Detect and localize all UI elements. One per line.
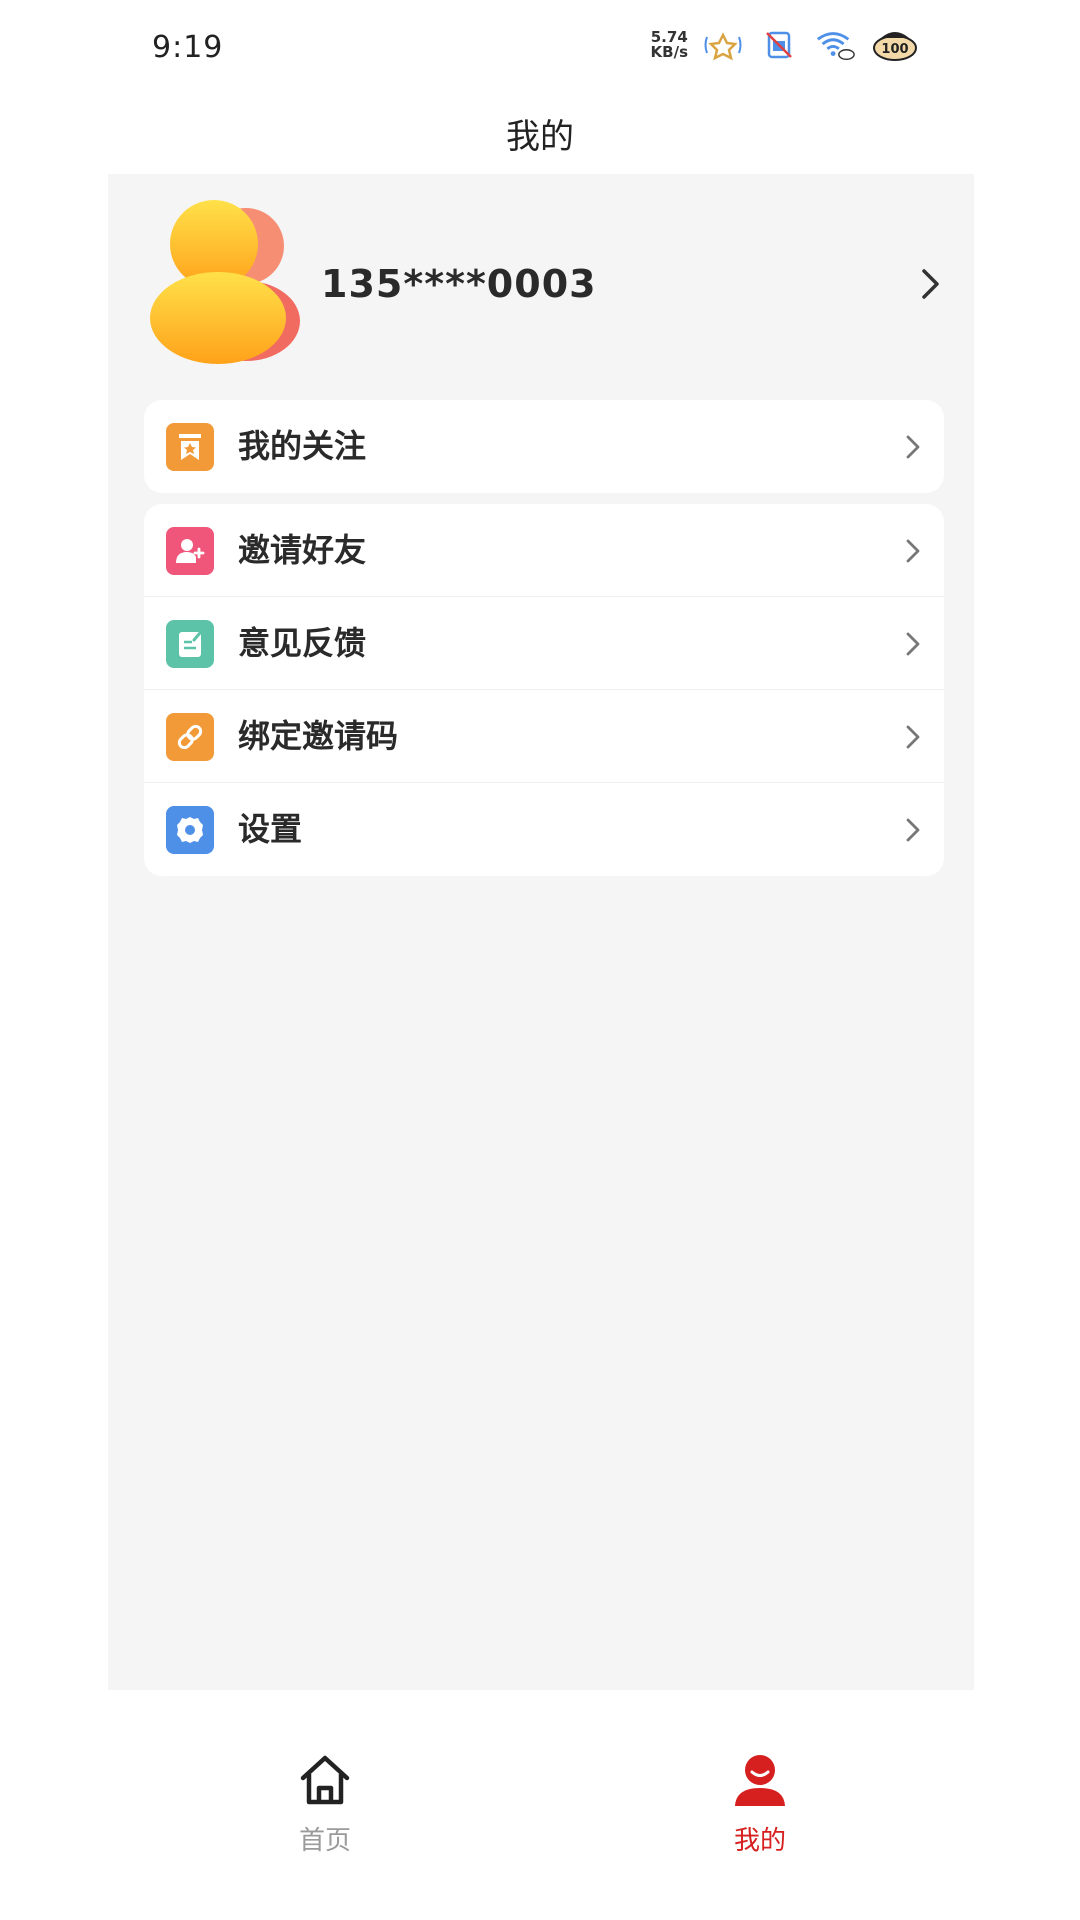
tab-mine-label: 我的 — [733, 1826, 786, 1856]
link-icon — [166, 713, 214, 761]
menu-item-invite-friends[interactable]: 邀请好友 — [144, 504, 944, 597]
chevron-right-icon — [904, 722, 922, 752]
bottom-tab-bar: 首页 我的 — [0, 1690, 1080, 1920]
page-title: 我的 — [506, 117, 574, 157]
feedback-icon — [166, 620, 214, 668]
menu-card-follow: 我的关注 — [144, 400, 944, 493]
menu-item-feedback[interactable]: 意见反馈 — [144, 597, 944, 690]
chevron-right-icon — [918, 266, 944, 302]
bookmark-icon — [166, 423, 214, 471]
wifi-icon — [814, 28, 856, 62]
chevron-right-icon — [904, 629, 922, 659]
chevron-right-icon — [904, 815, 922, 845]
sim-icon — [758, 28, 800, 62]
menu-item-label: 意见反馈 — [238, 624, 367, 662]
menu-item-label: 我的关注 — [238, 427, 367, 465]
network-speed-unit: KB/s — [650, 43, 688, 61]
avatar[interactable] — [148, 196, 308, 366]
menu-item-bind-invite-code[interactable]: 绑定邀请码 — [144, 690, 944, 783]
user-icon — [680, 1750, 840, 1810]
hotspot-icon — [702, 28, 744, 62]
menu-item-settings[interactable]: 设置 — [144, 783, 944, 876]
tab-home-label: 首页 — [298, 1826, 351, 1856]
status-bar: 9:19 5.74 KB/s 100 — [0, 0, 1080, 100]
tab-mine[interactable]: 我的 — [680, 1750, 840, 1870]
menu-card-main: 邀请好友 意见反馈 绑定邀请码 设置 — [144, 504, 944, 876]
main-content: 135****0003 我的关注 邀请好友 意见反馈 绑定邀请码 设置 — [108, 174, 974, 1690]
battery-level: 100 — [881, 42, 908, 57]
add-user-icon — [166, 527, 214, 575]
battery-icon: 100 — [870, 28, 920, 62]
status-time: 9:19 — [152, 30, 224, 65]
user-phone: 135****0003 — [321, 262, 597, 306]
home-icon — [245, 1750, 405, 1810]
profile-header[interactable]: 135****0003 — [108, 174, 974, 394]
status-icons: 5.74 KB/s 100 — [651, 28, 920, 62]
menu-item-label: 邀请好友 — [238, 531, 367, 569]
network-speed: 5.74 KB/s — [651, 30, 688, 60]
menu-item-label: 绑定邀请码 — [238, 717, 399, 755]
chevron-right-icon — [904, 432, 922, 462]
gear-icon — [166, 806, 214, 854]
menu-item-label: 设置 — [238, 810, 303, 848]
menu-item-my-follow[interactable]: 我的关注 — [144, 400, 944, 493]
chevron-right-icon — [904, 536, 922, 566]
tab-home[interactable]: 首页 — [245, 1750, 405, 1870]
